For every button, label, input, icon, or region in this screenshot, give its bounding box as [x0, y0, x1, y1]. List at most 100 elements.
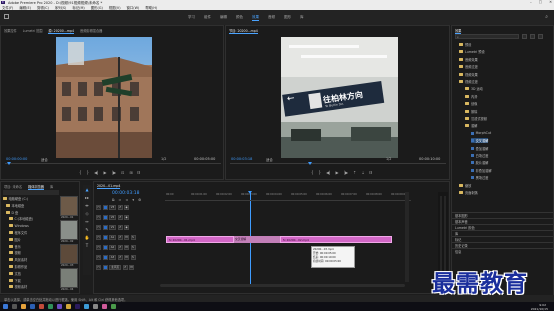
project-tree-item[interactable]: D 盘 — [6, 210, 18, 215]
razor-tool-icon[interactable]: ◇ — [83, 211, 91, 216]
workspace-tab-effects[interactable]: 效果 — [252, 15, 259, 21]
app-icon-5[interactable] — [84, 304, 89, 309]
snap-icon[interactable]: ⊃ — [119, 198, 122, 202]
track-sync-icon[interactable]: ↺ — [117, 214, 123, 220]
track-mute-icon[interactable]: M — [124, 234, 129, 240]
effects-tree-item[interactable]: MorphCut — [471, 131, 491, 136]
track-lock-icon[interactable]: ⊓ — [96, 264, 101, 270]
effects-tree-item[interactable]: 划像 — [465, 101, 477, 106]
app-icon-8[interactable] — [111, 304, 116, 309]
project-tree-item[interactable]: Windows — [9, 223, 29, 228]
timeline-settings-icon[interactable]: ⚙ — [138, 198, 141, 202]
track-target-button[interactable] — [102, 224, 108, 230]
effects-tree-item[interactable]: 叠加溶解 — [471, 146, 488, 151]
track-target-button[interactable] — [102, 214, 108, 220]
track-sync-icon[interactable]: ↺ — [122, 264, 128, 270]
effects-tree-item[interactable]: 视频过渡 — [459, 79, 478, 84]
project-thumbnail[interactable]: 2020...01 — [60, 196, 78, 219]
workspace-tab-audio[interactable]: 音频 — [268, 15, 275, 21]
track-target-button[interactable] — [102, 244, 108, 250]
effects-tree-item[interactable]: 音频效果 — [459, 57, 478, 62]
track-select-tool-icon[interactable]: ▸▸ — [83, 195, 91, 200]
effects-tree-item[interactable]: 胶片溶解 — [471, 160, 488, 165]
source-scrub-bar[interactable] — [5, 163, 221, 164]
track-mute-icon[interactable]: M — [124, 244, 129, 250]
project-thumbnail[interactable]: 2020...03 — [60, 244, 78, 267]
project-thumbnail[interactable]: 2020...04 — [60, 268, 78, 291]
search-taskbar-icon[interactable] — [12, 304, 17, 309]
insert-icon[interactable]: ⊡ — [121, 170, 124, 175]
track-mute-icon[interactable]: M — [124, 254, 129, 260]
track-sync-icon[interactable]: ↺ — [117, 244, 123, 250]
extract-icon[interactable]: ⇣ — [361, 170, 364, 175]
program-video-frame[interactable]: ← 往柏林方向 To Berlin Str. — [281, 37, 398, 158]
accelerated-filter-button[interactable] — [522, 34, 527, 39]
source-fit-dropdown[interactable]: 适合 — [41, 157, 48, 162]
tab-audio-clip-mixer[interactable]: 音频剪辑混合器 — [80, 28, 102, 34]
hand-tool-icon[interactable]: ✋ — [83, 235, 91, 240]
project-tree-item[interactable]: 剪辑作品 — [9, 264, 27, 269]
track-visibility-icon[interactable]: ◉ — [124, 214, 129, 220]
play-icon[interactable]: ▶ — [104, 170, 107, 175]
workspace-tab-color[interactable]: 颜色 — [236, 15, 243, 21]
tab-effect-controls[interactable]: 效果控件 — [4, 28, 17, 34]
pen-tool-icon[interactable]: ✎ — [83, 227, 91, 232]
premiere-taskbar-icon[interactable] — [75, 304, 80, 309]
track-lock-icon[interactable]: ⊓ — [96, 234, 101, 240]
effects-tree-item[interactable]: 非叠加溶解 — [471, 168, 492, 173]
slip-tool-icon[interactable]: ↔ — [83, 219, 91, 224]
track-lock-icon[interactable]: ⊓ — [96, 204, 101, 210]
effects-tree-item[interactable]: 交叉溶解 — [471, 138, 489, 144]
effects-tree-item[interactable]: 沉浸式视频 — [465, 116, 487, 121]
tab-program[interactable]: 节目: 20200...mp4 — [229, 28, 258, 34]
workspace-tab-assembly[interactable]: 组件 — [204, 15, 211, 21]
track-target-button[interactable] — [102, 204, 108, 210]
home-icon[interactable] — [4, 14, 9, 19]
app-icon-2[interactable] — [48, 304, 53, 309]
timeline-clip-2[interactable]: fx 20200...02.mp4 — [280, 236, 392, 243]
effects-tree-item[interactable]: 白场过渡 — [471, 153, 488, 158]
project-tree-item[interactable]: 音乐 — [9, 244, 21, 249]
yuv-filter-button[interactable] — [538, 34, 543, 39]
track-mute-icon[interactable]: M — [129, 264, 134, 270]
program-mark-in-icon[interactable]: { — [311, 170, 314, 175]
close-button[interactable]: ✕ — [549, 0, 552, 4]
track-solo-icon[interactable]: S — [130, 234, 136, 240]
program-ratio-dropdown[interactable]: 1/2 — [386, 157, 391, 161]
source-timecode[interactable]: 00:00:00:00 — [6, 157, 27, 161]
linked-selection-icon[interactable]: ∞ — [125, 198, 128, 202]
track-lock-icon[interactable]: ⊓ — [96, 244, 101, 250]
program-fit-dropdown[interactable]: 适合 — [266, 157, 273, 162]
step-back-icon[interactable]: ◀| — [94, 170, 98, 175]
timeline-timecode[interactable]: 00:00:03:18 — [112, 191, 139, 196]
project-tree-item[interactable]: 图片 — [9, 237, 21, 242]
project-thumbnail[interactable]: 2020...02 — [60, 220, 78, 243]
effects-tree-item[interactable]: 内滑 — [465, 94, 477, 99]
project-tree-item[interactable]: C:(本地磁盘) — [9, 216, 33, 221]
project-tree-item[interactable]: 视频素材 — [9, 284, 27, 289]
tab-sequence[interactable]: 2020...01.mp4 — [97, 184, 121, 189]
mark-out-icon[interactable]: } — [87, 170, 90, 175]
program-playhead[interactable] — [308, 162, 312, 165]
type-tool-icon[interactable]: T — [83, 243, 91, 248]
track-visibility-icon[interactable]: ◉ — [124, 224, 129, 230]
file-explorer-icon[interactable] — [21, 304, 26, 309]
timeline-playhead[interactable] — [248, 191, 252, 194]
track-lock-icon[interactable]: ⊓ — [96, 224, 101, 230]
track-solo-icon[interactable]: S — [130, 254, 136, 260]
track-lock-icon[interactable]: ⊓ — [96, 254, 101, 260]
app-icon-3[interactable] — [57, 304, 62, 309]
source-playhead[interactable] — [7, 162, 11, 165]
project-tree-item[interactable]: 程序文件 — [9, 230, 27, 235]
ripple-edit-tool-icon[interactable]: ⇹ — [83, 203, 91, 208]
effects-search-input[interactable]: ⌕ — [455, 34, 519, 39]
effects-tree-item[interactable]: 预设 — [459, 42, 471, 47]
program-step-back-icon[interactable]: ◀| — [326, 170, 330, 175]
track-target-button[interactable] — [102, 264, 108, 270]
nest-toggle-icon[interactable]: ⧉ — [112, 198, 115, 202]
workspace-tab-graphics[interactable]: 图形 — [284, 15, 291, 21]
minimize-button[interactable]: – — [530, 0, 532, 4]
app-icon-7[interactable] — [102, 304, 107, 309]
effects-tree-item[interactable]: 视频效果 — [459, 72, 478, 77]
program-mark-out-icon[interactable]: } — [319, 170, 322, 175]
